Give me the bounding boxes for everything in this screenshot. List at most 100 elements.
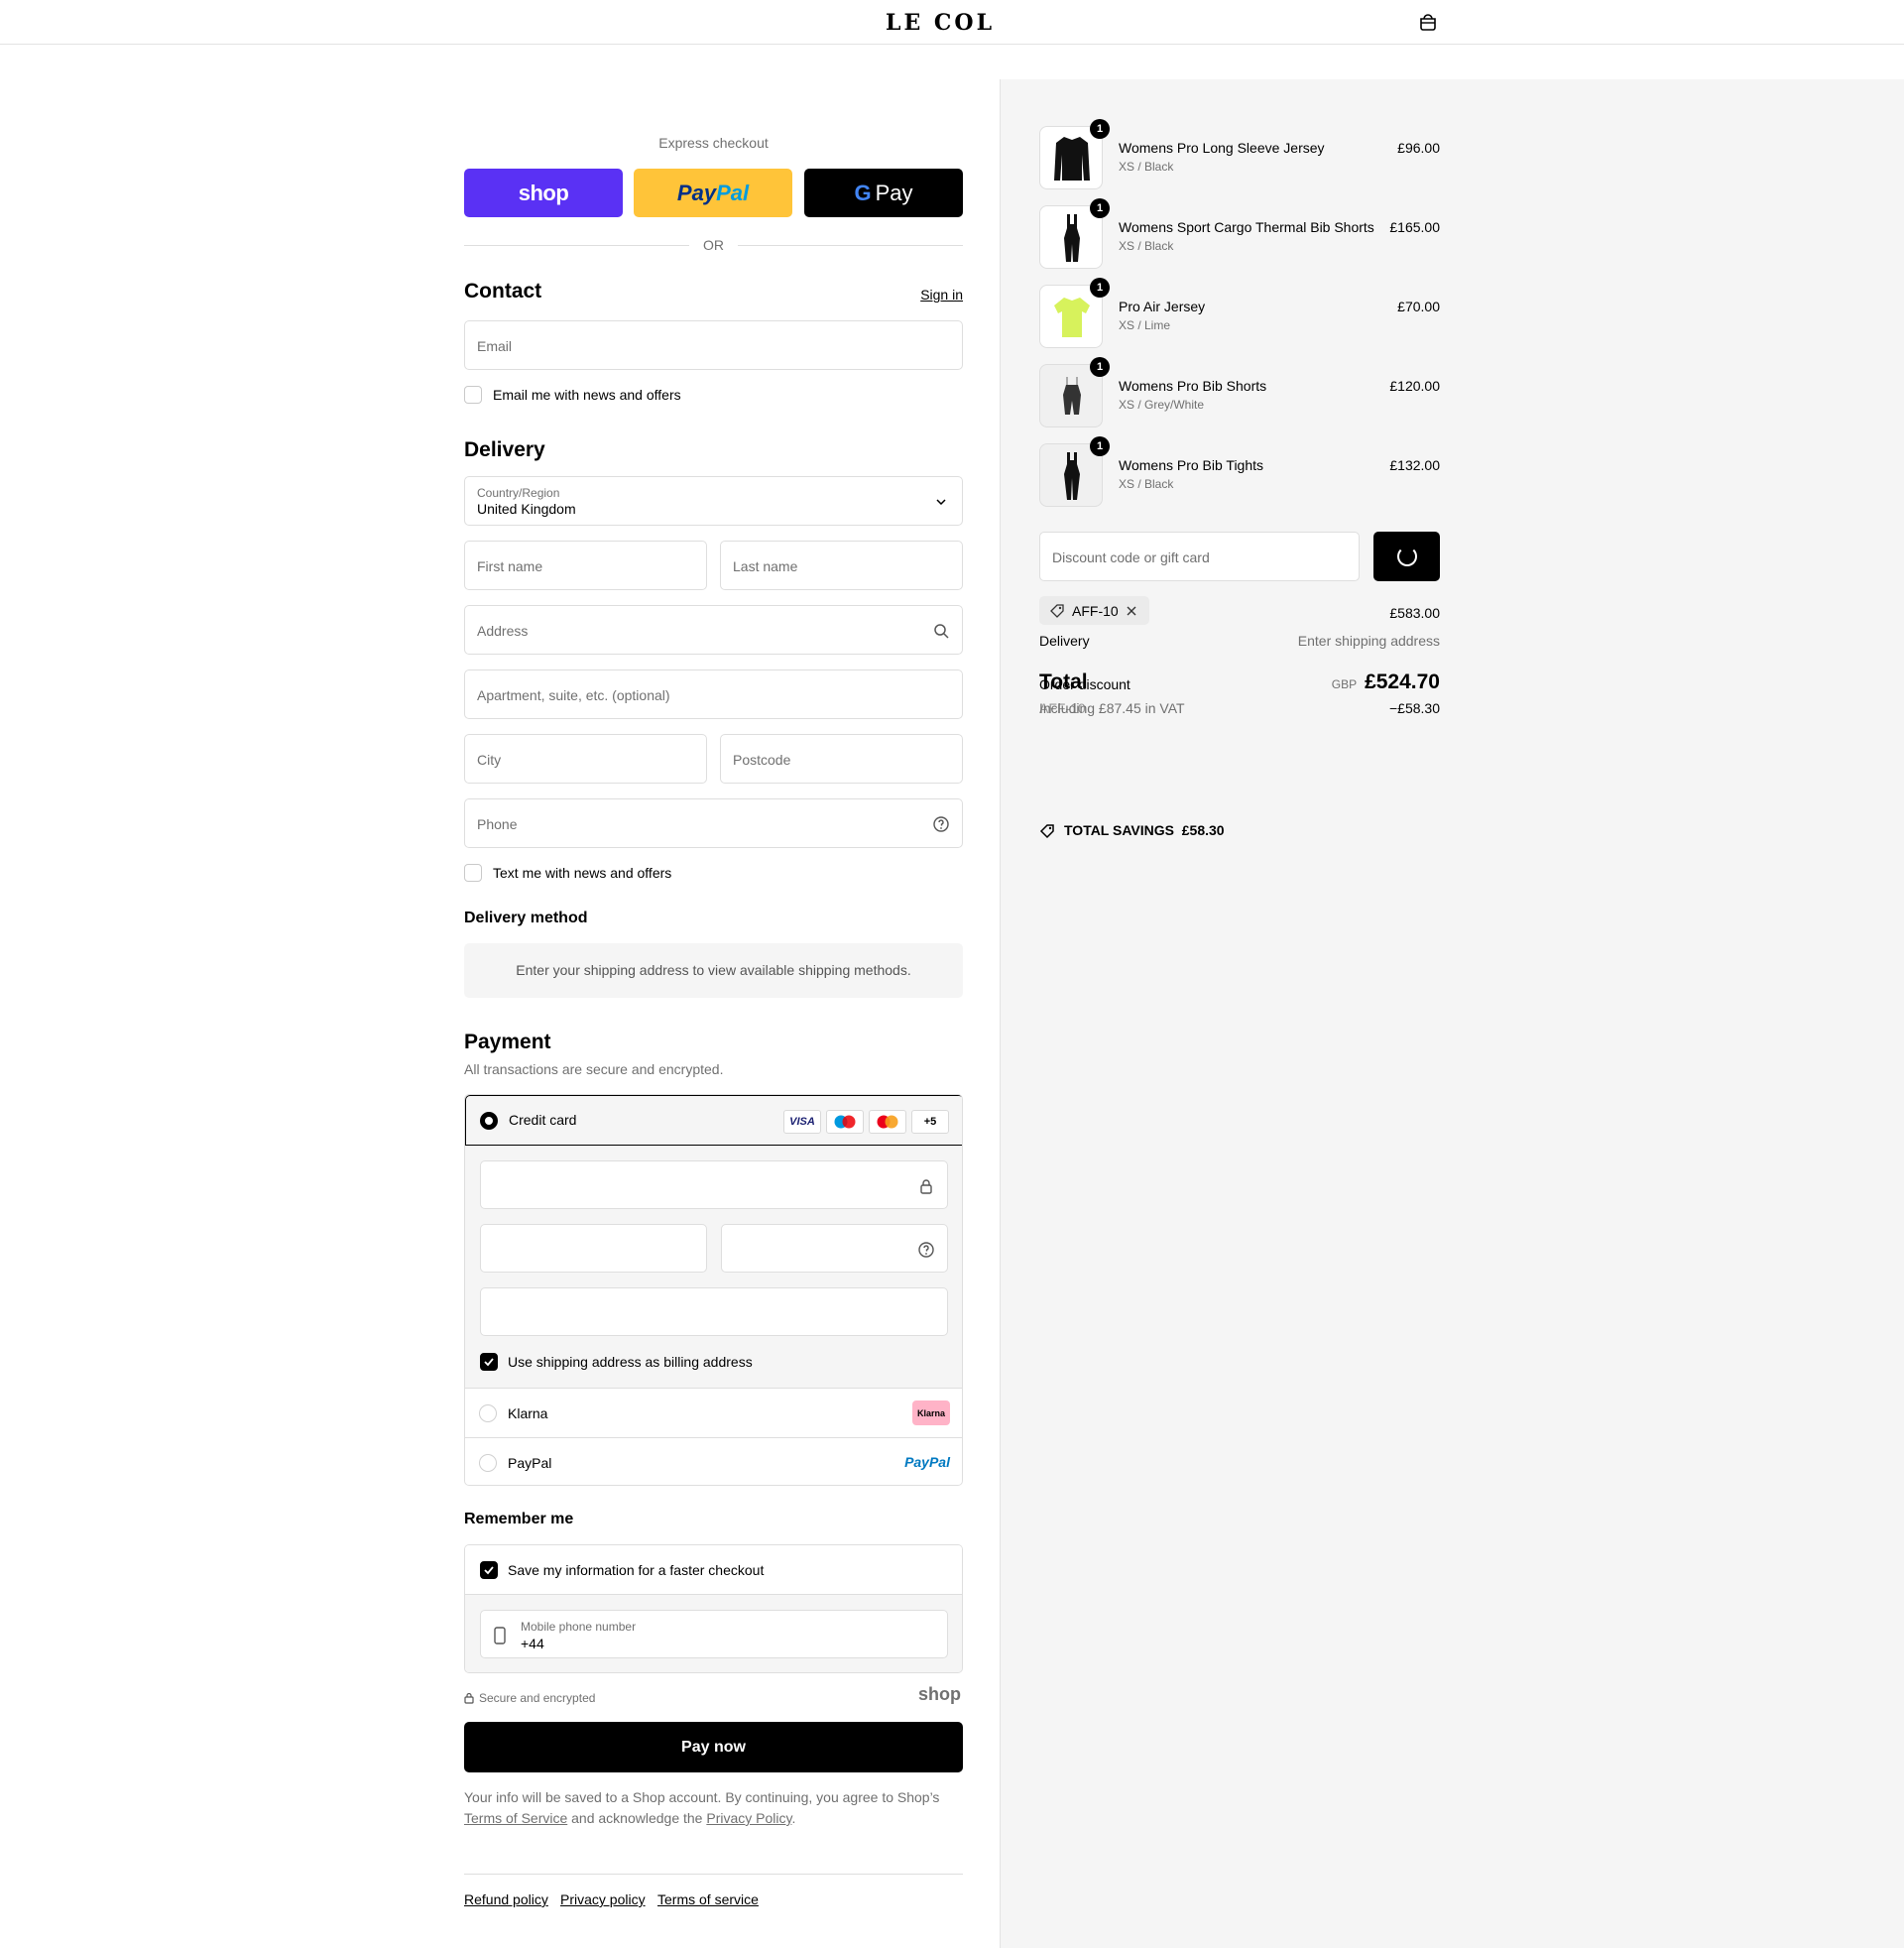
cart-item: 1 Womens Sport Cargo Thermal Bib Shorts … bbox=[1039, 198, 1440, 269]
loading-spinner-icon bbox=[1397, 547, 1417, 566]
klarna-option[interactable]: Klarna Klarna bbox=[465, 1388, 962, 1437]
first-name-field[interactable]: First name bbox=[464, 541, 707, 590]
cart-item: 1 Pro Air Jersey XS / Lime £70.00 bbox=[1039, 278, 1440, 348]
help-icon[interactable] bbox=[932, 815, 950, 833]
secure-encrypted-note: Secure and encrypted bbox=[479, 1691, 596, 1705]
paypal-button[interactable]: Pay Pal bbox=[634, 169, 792, 217]
currency-code: GBP bbox=[1331, 677, 1358, 691]
email-field[interactable]: Email bbox=[464, 320, 963, 370]
tag-icon bbox=[1039, 824, 1054, 839]
sign-in-link[interactable]: Sign in bbox=[920, 287, 963, 303]
cart-item: 1 Womens Pro Bib Tights XS / Black £132.… bbox=[1039, 436, 1440, 507]
credit-card-option[interactable]: Credit card VISA +5 bbox=[465, 1095, 962, 1146]
klarna-radio[interactable] bbox=[479, 1404, 497, 1422]
email-news-checkbox[interactable] bbox=[464, 386, 482, 404]
refund-policy-link[interactable]: Refund policy bbox=[464, 1891, 548, 1907]
security-code-field[interactable] bbox=[721, 1224, 948, 1273]
paypal-radio[interactable] bbox=[479, 1454, 497, 1472]
city-field[interactable]: City bbox=[464, 734, 707, 784]
mastercard-icon bbox=[869, 1110, 906, 1134]
item-variant: XS / Lime bbox=[1119, 318, 1171, 332]
text-news-label: Text me with news and offers bbox=[493, 865, 672, 881]
search-icon bbox=[934, 624, 949, 639]
mobile-phone-field[interactable]: Mobile phone number +44 bbox=[480, 1610, 948, 1658]
credit-card-form: Use shipping address as billing address bbox=[465, 1146, 962, 1388]
save-info-checkbox[interactable] bbox=[480, 1561, 498, 1579]
item-price: £165.00 bbox=[1389, 219, 1440, 235]
billing-address-checkbox[interactable] bbox=[480, 1353, 498, 1371]
payment-title: Payment bbox=[464, 1031, 551, 1053]
paypal-option[interactable]: PayPal PayPal bbox=[465, 1437, 962, 1485]
country-select[interactable]: Country/Region United Kingdom bbox=[464, 476, 963, 526]
email-news-label: Email me with news and offers bbox=[493, 387, 681, 403]
item-price: £132.00 bbox=[1389, 457, 1440, 473]
or-divider: OR bbox=[464, 235, 963, 255]
last-name-field[interactable]: Last name bbox=[720, 541, 963, 590]
item-price: £96.00 bbox=[1397, 140, 1440, 156]
item-price: £120.00 bbox=[1389, 378, 1440, 394]
bib-shorts-icon bbox=[1064, 214, 1080, 262]
delivery-label: Delivery bbox=[1039, 633, 1090, 649]
product-thumbnail: 1 bbox=[1039, 119, 1110, 189]
credit-card-radio[interactable] bbox=[480, 1112, 498, 1130]
text-news-checkbox[interactable] bbox=[464, 864, 482, 882]
postcode-field[interactable]: Postcode bbox=[720, 734, 963, 784]
express-checkout-title: Express checkout bbox=[658, 135, 769, 151]
card-number-field[interactable] bbox=[480, 1160, 948, 1209]
item-price: £70.00 bbox=[1397, 299, 1440, 314]
save-info-label: Save my information for a faster checkou… bbox=[508, 1562, 765, 1578]
shop-terms-link[interactable]: Terms of Service bbox=[464, 1810, 567, 1826]
klarna-logo: Klarna bbox=[912, 1400, 950, 1425]
privacy-policy-link[interactable]: Privacy policy bbox=[560, 1891, 646, 1907]
legal-text: Your info will be saved to a Shop accoun… bbox=[464, 1789, 940, 1826]
header: LE COL bbox=[0, 0, 1904, 45]
jersey-icon bbox=[1054, 137, 1090, 181]
discount-code-label: AFF-10 bbox=[1039, 700, 1086, 716]
item-name: Pro Air Jersey bbox=[1119, 299, 1206, 314]
shop-brand-logo: shop bbox=[918, 1684, 961, 1704]
payment-subtitle: All transactions are secure and encrypte… bbox=[464, 1061, 724, 1077]
payment-methods: Credit card VISA +5 Use shipping address… bbox=[464, 1094, 963, 1486]
subtotal-value: £583.00 bbox=[1389, 605, 1440, 621]
address-field[interactable]: Address bbox=[464, 605, 963, 655]
item-variant: XS / Black bbox=[1119, 160, 1174, 174]
delivery-value: Enter shipping address bbox=[1297, 633, 1440, 649]
product-thumbnail: 1 bbox=[1039, 357, 1110, 427]
more-cards-badge: +5 bbox=[911, 1110, 949, 1134]
name-on-card-field[interactable] bbox=[480, 1287, 948, 1336]
close-icon[interactable] bbox=[1126, 605, 1137, 617]
jersey-icon bbox=[1054, 298, 1090, 337]
apartment-field[interactable]: Apartment, suite, etc. (optional) bbox=[464, 670, 963, 719]
item-name: Womens Pro Bib Shorts bbox=[1119, 378, 1267, 394]
bib-tights-icon bbox=[1064, 452, 1080, 500]
item-name: Womens Pro Long Sleeve Jersey bbox=[1119, 140, 1325, 156]
item-name: Womens Pro Bib Tights bbox=[1119, 457, 1264, 473]
product-thumbnail: 1 bbox=[1039, 198, 1110, 269]
bib-shorts-icon bbox=[1063, 377, 1081, 415]
expiry-field[interactable] bbox=[480, 1224, 707, 1273]
phone-field[interactable]: Phone bbox=[464, 798, 963, 848]
logo[interactable]: LE COL bbox=[886, 10, 995, 36]
delivery-method-title: Delivery method bbox=[464, 910, 588, 926]
quantity-badge: 1 bbox=[1090, 436, 1110, 456]
apply-discount-button[interactable] bbox=[1373, 532, 1440, 581]
shop-privacy-link[interactable]: Privacy Policy bbox=[706, 1810, 791, 1826]
shop-pay-button[interactable]: shop bbox=[464, 169, 623, 217]
google-pay-button[interactable]: G Pay bbox=[804, 169, 963, 217]
pay-now-button[interactable]: Pay now bbox=[464, 1722, 963, 1772]
bag-icon[interactable] bbox=[1418, 13, 1438, 31]
google-g-icon: G bbox=[854, 180, 872, 205]
lock-icon bbox=[920, 1179, 932, 1194]
discount-code-field[interactable]: Discount code or gift card bbox=[1039, 532, 1360, 581]
total-savings: TOTAL SAVINGS £58.30 bbox=[1064, 822, 1225, 838]
visa-icon: VISA bbox=[783, 1110, 821, 1134]
item-name: Womens Sport Cargo Thermal Bib Shorts bbox=[1119, 219, 1374, 235]
cart-item: 1 Womens Pro Bib Shorts XS / Grey/White … bbox=[1039, 357, 1440, 427]
terms-of-service-link[interactable]: Terms of service bbox=[657, 1891, 759, 1907]
order-summary-panel bbox=[1000, 79, 1904, 1948]
help-icon[interactable] bbox=[917, 1241, 935, 1259]
contact-title: Contact bbox=[464, 280, 542, 303]
tag-icon bbox=[1050, 604, 1064, 618]
item-variant: XS / Grey/White bbox=[1119, 398, 1205, 412]
billing-address-label: Use shipping address as billing address bbox=[508, 1354, 753, 1370]
